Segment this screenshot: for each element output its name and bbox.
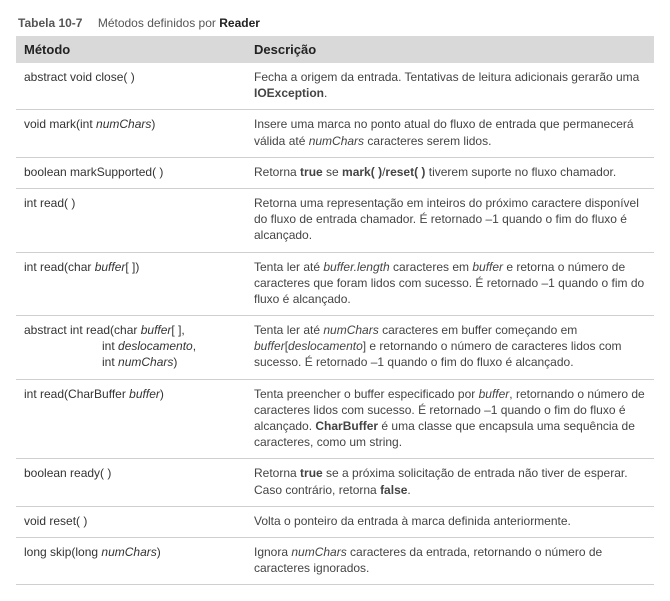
method-cell: boolean markSupported( ) bbox=[16, 157, 246, 188]
description-cell: Volta o ponteiro da entrada à marca defi… bbox=[246, 506, 654, 537]
table-row: int read(CharBuffer buffer)Tenta preench… bbox=[16, 379, 654, 459]
reader-methods-table: Método Descrição abstract void close( )F… bbox=[16, 36, 654, 585]
description-cell: Tenta ler até buffer.length caracteres e… bbox=[246, 252, 654, 316]
description-cell: Ignora numChars caracteres da entrada, r… bbox=[246, 537, 654, 584]
table-header-row: Método Descrição bbox=[16, 36, 654, 63]
table-row: abstract void close( )Fecha a origem da … bbox=[16, 63, 654, 110]
method-cell: void reset( ) bbox=[16, 506, 246, 537]
table-row: void mark(int numChars)Insere uma marca … bbox=[16, 110, 654, 157]
description-cell: Retorna uma representação em inteiros do… bbox=[246, 188, 654, 252]
description-cell: Tenta ler até numChars caracteres em buf… bbox=[246, 316, 654, 380]
method-cell: boolean ready( ) bbox=[16, 459, 246, 506]
table-row: int read(char buffer[ ])Tenta ler até bu… bbox=[16, 252, 654, 316]
table-row: boolean ready( )Retorna true se a próxim… bbox=[16, 459, 654, 506]
table-row: abstract int read(char buffer[ ],int des… bbox=[16, 316, 654, 380]
header-description: Descrição bbox=[246, 36, 654, 63]
description-cell: Retorna true se mark( )/reset( ) tiverem… bbox=[246, 157, 654, 188]
header-method: Método bbox=[16, 36, 246, 63]
description-cell: Retorna true se a próxima solicitação de… bbox=[246, 459, 654, 506]
description-cell: Tenta preencher o buffer especificado po… bbox=[246, 379, 654, 459]
table-row: boolean markSupported( )Retorna true se … bbox=[16, 157, 654, 188]
method-cell: void mark(int numChars) bbox=[16, 110, 246, 157]
description-cell: Insere uma marca no ponto atual do fluxo… bbox=[246, 110, 654, 157]
table-caption: Tabela 10-7 Métodos definidos por Reader bbox=[18, 16, 654, 30]
method-cell: abstract void close( ) bbox=[16, 63, 246, 110]
method-cell: int read(CharBuffer buffer) bbox=[16, 379, 246, 459]
table-row: void reset( )Volta o ponteiro da entrada… bbox=[16, 506, 654, 537]
table-row: long skip(long numChars)Ignora numChars … bbox=[16, 537, 654, 584]
method-cell: abstract int read(char buffer[ ],int des… bbox=[16, 316, 246, 380]
method-cell: long skip(long numChars) bbox=[16, 537, 246, 584]
description-cell: Fecha a origem da entrada. Tentativas de… bbox=[246, 63, 654, 110]
caption-label: Tabela 10-7 bbox=[18, 16, 82, 30]
caption-text-prefix: Métodos definidos por bbox=[98, 16, 219, 30]
method-cell: int read( ) bbox=[16, 188, 246, 252]
method-cell: int read(char buffer[ ]) bbox=[16, 252, 246, 316]
caption-text-bold: Reader bbox=[219, 16, 260, 30]
table-row: int read( )Retorna uma representação em … bbox=[16, 188, 654, 252]
